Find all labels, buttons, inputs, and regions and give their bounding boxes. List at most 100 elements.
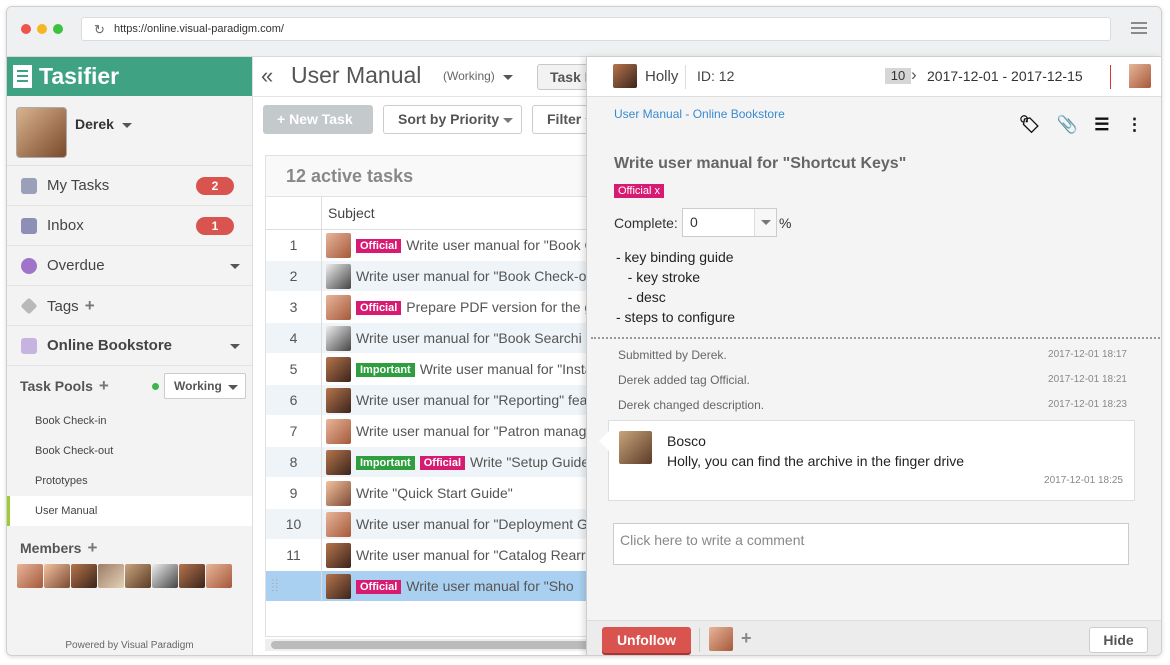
task-subject[interactable]: Official Prepare PDF version for the g xyxy=(356,292,606,323)
task-id: ID: 12 xyxy=(697,68,735,84)
table-row[interactable]: 10 Write user manual for "Deployment G xyxy=(266,509,594,540)
complete-input[interactable]: 0 xyxy=(682,208,777,237)
table-row[interactable]: 2 Write user manual for "Book Check-o xyxy=(266,261,594,292)
task-subject[interactable]: Official Write user manual for "Book C xyxy=(356,230,606,261)
task-subject[interactable]: Important Write user manual for "Insta xyxy=(356,354,606,385)
paperclip-icon[interactable]: 📎 xyxy=(1057,115,1078,135)
pool-item[interactable]: Prototypes xyxy=(7,466,252,496)
overdue-icon xyxy=(21,258,37,274)
row-number: 3 xyxy=(266,292,322,323)
task-subject-text: Write user manual for "Deployment G xyxy=(356,516,588,532)
member-avatar[interactable] xyxy=(98,564,124,588)
task-subject[interactable]: Write user manual for "Deployment G xyxy=(356,509,606,540)
sidebar-item-label: Inbox xyxy=(47,217,84,234)
user-avatar[interactable] xyxy=(16,107,67,158)
task-subject[interactable]: Write user manual for "Book Check-o xyxy=(356,261,606,292)
task-subject[interactable]: Important Official Write "Setup Guide xyxy=(356,447,606,478)
address-bar[interactable]: ↻ https://online.visual-paradigm.com/ xyxy=(81,17,1111,41)
member-avatar[interactable] xyxy=(71,564,97,588)
hide-button[interactable]: Hide xyxy=(1089,627,1148,653)
browser-menu-icon[interactable] xyxy=(1131,22,1147,34)
pool-item[interactable]: Book Check-out xyxy=(7,436,252,466)
member-avatar[interactable] xyxy=(17,564,43,588)
task-title[interactable]: Write user manual for "Shortcut Keys" xyxy=(614,155,906,173)
drag-handle-icon[interactable]: ∷ ∷ xyxy=(272,578,279,594)
task-list-panel: « User Manual (Working) Task B + New Tas… xyxy=(253,57,607,655)
assignee-name[interactable]: Holly xyxy=(645,68,678,85)
table-row[interactable]: 8 Important Official Write "Setup Guide xyxy=(266,447,594,478)
breadcrumb[interactable]: User Manual - Online Bookstore xyxy=(614,107,785,121)
date-range[interactable]: 2017-12-01 - 2017-12-15 xyxy=(927,68,1083,84)
table-row[interactable]: 11 Write user manual for "Catalog Rearr xyxy=(266,540,594,571)
member-avatar[interactable] xyxy=(152,564,178,588)
checklist-icon[interactable]: ☰ xyxy=(1094,115,1109,135)
chevron-down-icon xyxy=(761,220,771,225)
submitter-avatar[interactable] xyxy=(1127,64,1151,88)
add-tag-icon[interactable]: + xyxy=(85,296,95,315)
task-subject[interactable]: Write "Quick Start Guide" xyxy=(356,478,606,509)
chevron-down-icon[interactable] xyxy=(503,75,513,80)
app-brand[interactable]: Tasifier xyxy=(7,57,252,96)
sidebar-item-tags[interactable]: Tags + xyxy=(7,286,252,326)
user-panel[interactable]: Derek xyxy=(7,96,252,166)
collapse-sidebar-icon[interactable]: « xyxy=(261,63,273,89)
add-member-icon[interactable]: + xyxy=(87,538,97,557)
table-row[interactable]: 5 Important Write user manual for "Insta xyxy=(266,354,594,385)
complete-dropdown[interactable] xyxy=(754,209,776,236)
unfollow-button[interactable]: Unfollow xyxy=(602,627,691,653)
sidebar-item-online-bookstore[interactable]: Online Bookstore xyxy=(7,326,252,366)
table-row[interactable]: 1 Official Write user manual for "Book C xyxy=(266,230,595,261)
tag-important: Important xyxy=(356,456,415,470)
table-row[interactable]: 7 Write user manual for "Patron manag xyxy=(266,416,594,447)
assignee-avatar xyxy=(326,295,351,320)
priority-value[interactable]: 10 xyxy=(885,68,911,84)
maximize-window-dot[interactable] xyxy=(53,24,63,34)
sidebar-item-inbox[interactable]: Inbox 1 xyxy=(7,206,252,246)
member-avatar[interactable] xyxy=(125,564,151,588)
member-avatar[interactable] xyxy=(179,564,205,588)
add-follower-icon[interactable]: + xyxy=(741,628,752,649)
task-description[interactable]: - key binding guide - key stroke - desc … xyxy=(616,247,735,327)
task-subject[interactable]: Write user manual for "Book Searchi xyxy=(356,323,606,354)
pool-status[interactable]: (Working) xyxy=(443,69,495,83)
pool-item-active[interactable]: User Manual xyxy=(7,496,252,526)
reload-icon[interactable]: ↻ xyxy=(94,19,105,41)
assignee-avatar[interactable] xyxy=(613,64,637,88)
table-row[interactable]: 9 Write "Quick Start Guide" xyxy=(266,478,594,509)
task-subject-text: Write user manual for "Book C xyxy=(406,237,595,253)
task-subject[interactable]: Write user manual for "Reporting" fea xyxy=(356,385,606,416)
task-subject[interactable]: Write user manual for "Patron manag xyxy=(356,416,606,447)
horizontal-scrollbar[interactable] xyxy=(265,639,595,651)
follower-avatar[interactable] xyxy=(709,627,733,651)
close-window-dot[interactable] xyxy=(21,24,31,34)
assignee-avatar xyxy=(326,388,351,413)
new-task-button[interactable]: + New Task xyxy=(263,105,373,134)
table-row[interactable]: 6 Write user manual for "Reporting" fea xyxy=(266,385,594,416)
sidebar-item-my-tasks[interactable]: My Tasks 2 xyxy=(7,166,252,206)
table-row[interactable]: 4 Write user manual for "Book Searchi xyxy=(266,323,594,354)
member-avatar[interactable] xyxy=(44,564,70,588)
browser-chrome: ↻ https://online.visual-paradigm.com/ xyxy=(7,7,1161,57)
divider xyxy=(1110,65,1111,89)
minimize-window-dot[interactable] xyxy=(37,24,47,34)
sidebar-item-overdue[interactable]: Overdue xyxy=(7,246,252,286)
table-row[interactable]: 3 Official Prepare PDF version for the g xyxy=(266,292,594,323)
member-avatar[interactable] xyxy=(206,564,232,588)
row-number: 10 xyxy=(266,509,322,540)
tag-icon[interactable]: 🏷 xyxy=(1019,115,1041,135)
task-subject[interactable]: Official Write user manual for "Sho xyxy=(356,571,606,602)
pool-status-select[interactable]: Working xyxy=(164,373,246,399)
more-options-icon[interactable]: ⋮ xyxy=(1126,115,1143,135)
pool-item[interactable]: Book Check-in xyxy=(7,406,252,436)
comment-input[interactable]: Click here to write a comment xyxy=(613,523,1129,565)
user-name[interactable]: Derek xyxy=(75,116,132,132)
add-pool-icon[interactable]: + xyxy=(99,376,109,395)
tag-official[interactable]: Official x xyxy=(614,184,664,198)
sort-button[interactable]: Sort by Priority xyxy=(383,105,522,134)
members-label: Members xyxy=(20,540,82,556)
subject-column-header[interactable]: Subject xyxy=(328,197,375,230)
chevron-down-icon[interactable] xyxy=(230,264,240,269)
chevron-down-icon[interactable] xyxy=(230,344,240,349)
task-subject[interactable]: Write user manual for "Catalog Rearr xyxy=(356,540,606,571)
table-row-selected[interactable]: ∷ ∷ Official Write user manual for "Sho xyxy=(266,571,594,602)
